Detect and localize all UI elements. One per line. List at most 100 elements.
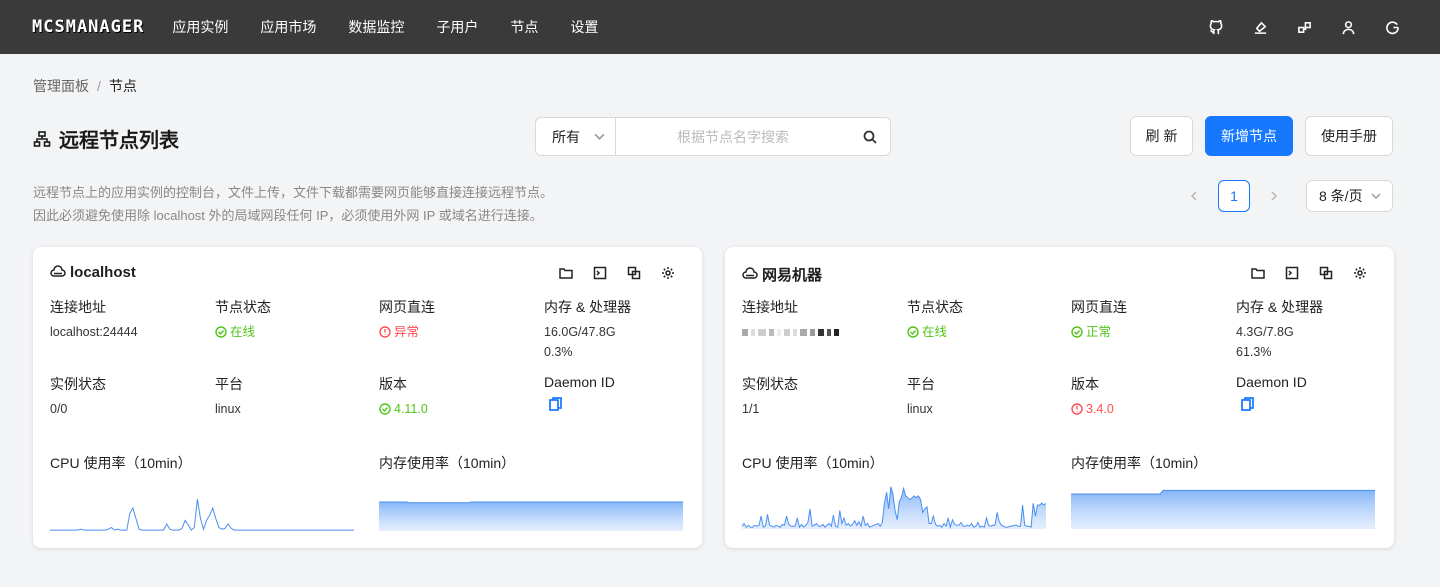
chart-area — [1071, 490, 1375, 529]
chevron-down-icon — [1371, 193, 1381, 200]
web-direct-field: 网页直连 异常 — [379, 297, 435, 342]
nav-item-subusers[interactable]: 子用户 — [420, 17, 494, 37]
instance-status-label: 实例状态 — [50, 376, 106, 392]
search-input[interactable] — [616, 118, 850, 155]
breadcrumb-root[interactable]: 管理面板 — [33, 78, 89, 94]
web-direct-text: 正常 — [1086, 325, 1112, 339]
check-circle-icon — [379, 403, 391, 415]
logout-icon[interactable] — [1380, 15, 1404, 39]
copy-icon[interactable] — [625, 264, 642, 281]
nav-item-market[interactable]: 应用市场 — [244, 17, 332, 37]
top-actions — [1204, 15, 1404, 39]
manual-button[interactable]: 使用手册 — [1305, 116, 1393, 156]
chevron-left-icon — [1190, 191, 1197, 201]
instance-status-field: 实例状态 0/0 — [50, 374, 106, 419]
cloud-server-icon — [50, 264, 66, 277]
version-text: 3.4.0 — [1086, 402, 1114, 416]
breadcrumb-current: 节点 — [108, 78, 137, 94]
folder-icon[interactable] — [557, 264, 574, 281]
description-line-2: 因此必须避免使用除 localhost 外的局域网段任何 IP，必须使用外网 I… — [33, 208, 543, 223]
address-value: localhost:24444 — [50, 325, 138, 339]
cluster-icon — [33, 130, 51, 147]
prev-page-button[interactable] — [1182, 180, 1206, 212]
address-field: 连接地址 localhost:24444 — [50, 297, 138, 342]
user-icon[interactable] — [1336, 15, 1360, 39]
version-field: 版本 3.4.0 — [1071, 374, 1114, 419]
web-direct-value: 正常 — [1071, 322, 1127, 342]
description-line-1: 远程节点上的应用实例的控制台，文件上传，文件下载都需要网页能够直接连接远程节点。 — [33, 185, 554, 200]
page-number-current[interactable]: 1 — [1218, 180, 1250, 212]
node-status-label: 节点状态 — [907, 299, 963, 315]
version-field: 版本 4.11.0 — [379, 374, 428, 419]
page-size-select[interactable]: 8 条/页 — [1306, 180, 1393, 212]
chevron-right-icon — [1271, 191, 1278, 201]
copy-icon[interactable] — [1317, 264, 1334, 281]
version-value: 3.4.0 — [1071, 399, 1114, 419]
theme-icon[interactable] — [1248, 15, 1272, 39]
cpu-chart-label: CPU 使用率（10min） — [742, 455, 884, 471]
web-direct-field: 网页直连 正常 — [1071, 297, 1127, 342]
layout-icon[interactable] — [1292, 15, 1316, 39]
address-field: 连接地址 — [742, 297, 839, 342]
address-redacted — [742, 322, 839, 342]
nav-item-settings[interactable]: 设置 — [554, 17, 614, 37]
nav-item-monitor[interactable]: 数据监控 — [332, 17, 420, 37]
platform-field: 平台 linux — [907, 374, 935, 419]
cpu-chart-label: CPU 使用率（10min） — [50, 455, 192, 471]
version-text: 4.11.0 — [394, 402, 428, 416]
memory-usage-chart — [1071, 489, 1375, 529]
add-node-button[interactable]: 新增节点 — [1205, 116, 1293, 156]
daemon-id-field: Daemon ID — [544, 374, 615, 411]
top-navbar: MCSMANAGER 应用实例 应用市场 数据监控 子用户 节点 设置 — [0, 0, 1440, 54]
nav-item-instances[interactable]: 应用实例 — [172, 17, 244, 37]
memory-usage-chart — [379, 501, 683, 531]
mem-cpu-label: 内存 & 处理器 — [1236, 299, 1324, 315]
cpu-usage-chart — [50, 499, 354, 531]
status-filter-value: 所有 — [552, 128, 580, 145]
app-logo[interactable]: MCSMANAGER — [32, 17, 144, 37]
nav-item-nodes[interactable]: 节点 — [494, 17, 554, 37]
node-actions — [1249, 264, 1368, 281]
next-page-button[interactable] — [1262, 180, 1286, 212]
terminal-icon[interactable] — [1283, 264, 1300, 281]
breadcrumb-separator: / — [97, 78, 101, 94]
mem-cpu-field: 内存 & 处理器 16.0G/47.8G 0.3% — [544, 297, 631, 362]
breadcrumb: 管理面板 / 节点 — [33, 76, 137, 96]
copy-id-icon[interactable] — [1241, 397, 1255, 411]
warning-circle-icon — [1071, 403, 1083, 415]
platform-label: 平台 — [907, 376, 935, 392]
mem-cpu-label: 内存 & 处理器 — [544, 299, 632, 315]
instance-status-field: 实例状态 1/1 — [742, 374, 798, 419]
chart-area — [379, 502, 683, 531]
instance-status-label: 实例状态 — [742, 376, 798, 392]
cpu-usage-chart — [742, 486, 1046, 529]
search-group: 所有 — [535, 117, 891, 156]
refresh-button[interactable]: 刷新 — [1130, 116, 1193, 156]
folder-icon[interactable] — [1249, 264, 1266, 281]
node-status-label: 节点状态 — [215, 299, 271, 315]
node-status-value: 在线 — [907, 322, 963, 342]
cpu-value: 61.3% — [1236, 345, 1272, 359]
instance-status-value: 0/0 — [50, 402, 68, 416]
platform-value: linux — [907, 402, 933, 416]
cloud-server-icon — [742, 266, 758, 279]
status-filter-select[interactable]: 所有 — [536, 118, 616, 155]
mem-chart-label: 内存使用率（10min） — [379, 455, 516, 471]
web-direct-label: 网页直连 — [1071, 299, 1127, 315]
page-title: 远程节点列表 — [33, 124, 179, 153]
node-actions — [557, 264, 676, 281]
node-card: localhost 连接地址 localhost:24444 节点状态 在线 网… — [33, 247, 702, 548]
memory-value: 4.3G/7.8G — [1236, 325, 1294, 339]
page-title-text: 远程节点列表 — [59, 130, 179, 152]
github-icon[interactable] — [1204, 15, 1228, 39]
search-button[interactable] — [850, 130, 890, 144]
instance-status-value: 1/1 — [742, 402, 760, 416]
main-nav: 应用实例 应用市场 数据监控 子用户 节点 设置 — [172, 17, 614, 37]
address-label: 连接地址 — [742, 299, 798, 315]
copy-id-icon[interactable] — [549, 397, 563, 411]
terminal-icon[interactable] — [591, 264, 608, 281]
settings-icon[interactable] — [659, 264, 676, 281]
settings-icon[interactable] — [1351, 264, 1368, 281]
node-name: localhost — [70, 264, 136, 281]
node-status-field: 节点状态 在线 — [215, 297, 271, 342]
